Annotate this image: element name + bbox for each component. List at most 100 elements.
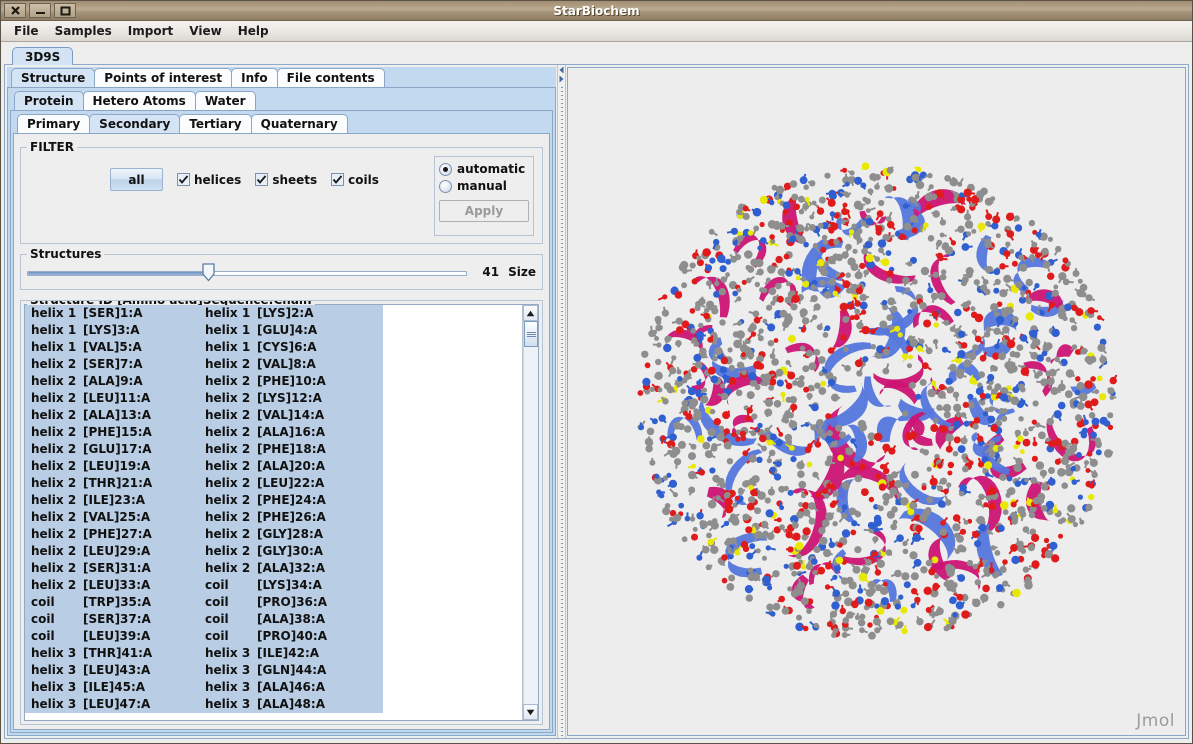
- row-cell-right[interactable]: helix 2 [LYS]12:A: [205, 390, 383, 407]
- radio-automatic-box[interactable]: [439, 162, 452, 176]
- row-cell-right[interactable]: coil [PRO]40:A: [205, 628, 383, 645]
- row-cell-right[interactable]: helix 2 [ALA]32:A: [205, 560, 383, 577]
- table-row[interactable]: helix 2 [PHE]27:A helix 2 [GLY]28:A: [25, 526, 383, 543]
- table-row[interactable]: helix 3 [THR]41:A helix 3 [ILE]42:A: [25, 645, 383, 662]
- row-cell-right[interactable]: helix 2 [VAL]8:A: [205, 356, 383, 373]
- checkbox-sheets-box[interactable]: [255, 173, 269, 186]
- table-row[interactable]: helix 2 [LEU]33:A coil [LYS]34:A: [25, 577, 383, 594]
- scrollbar-track[interactable]: [523, 321, 538, 704]
- row-cell-right[interactable]: helix 2 [PHE]24:A: [205, 492, 383, 509]
- tab-structure[interactable]: Structure: [11, 68, 96, 87]
- collapse-left-button[interactable]: [558, 65, 565, 74]
- structure-list-viewport[interactable]: helix 1 [SER]1:A helix 1 [LYS]2:A helix 1 [LY…: [25, 305, 522, 720]
- tab-primary[interactable]: Primary: [17, 114, 91, 133]
- apply-button[interactable]: Apply: [439, 200, 529, 222]
- row-cell-right[interactable]: helix 2 [PHE]26:A: [205, 509, 383, 526]
- row-cell-left[interactable]: helix 2 [ALA]9:A: [25, 373, 205, 390]
- row-cell-right[interactable]: helix 2 [ALA]20:A: [205, 458, 383, 475]
- row-cell-right[interactable]: helix 3 [ALA]46:A: [205, 679, 383, 696]
- row-cell-right[interactable]: helix 2 [GLY]28:A: [205, 526, 383, 543]
- row-cell-left[interactable]: coil [TRP]35:A: [25, 594, 205, 611]
- table-row[interactable]: helix 2 [PHE]15:A helix 2 [ALA]16:A: [25, 424, 383, 441]
- row-cell-left[interactable]: helix 2 [ILE]23:A: [25, 492, 205, 509]
- scroll-down-button[interactable]: [523, 704, 538, 720]
- checkbox-helices[interactable]: helices: [177, 173, 241, 187]
- tab-info[interactable]: Info: [231, 68, 278, 87]
- row-cell-right[interactable]: helix 3 [GLN]44:A: [205, 662, 383, 679]
- table-row[interactable]: helix 1 [SER]1:A helix 1 [LYS]2:A: [25, 305, 383, 322]
- table-row[interactable]: helix 1 [VAL]5:A helix 1 [CYS]6:A: [25, 339, 383, 356]
- table-row[interactable]: helix 2 [LEU]19:A helix 2 [ALA]20:A: [25, 458, 383, 475]
- row-cell-right[interactable]: helix 3 [ILE]42:A: [205, 645, 383, 662]
- maximize-button[interactable]: [54, 3, 76, 18]
- minimize-button[interactable]: [29, 3, 51, 18]
- row-cell-right[interactable]: helix 3 [ALA]48:A: [205, 696, 383, 713]
- row-cell-left[interactable]: helix 2 [ALA]13:A: [25, 407, 205, 424]
- tab-tertiary[interactable]: Tertiary: [179, 114, 252, 133]
- table-row[interactable]: helix 2 [LEU]11:A helix 2 [LYS]12:A: [25, 390, 383, 407]
- checkbox-helices-box[interactable]: [177, 173, 190, 186]
- table-row[interactable]: coil [SER]37:A coil [ALA]38:A: [25, 611, 383, 628]
- row-cell-left[interactable]: helix 1 [VAL]5:A: [25, 339, 205, 356]
- menu-help[interactable]: Help: [230, 22, 277, 40]
- tab-points-of-interest[interactable]: Points of interest: [94, 68, 233, 87]
- checkbox-coils-box[interactable]: [331, 173, 345, 186]
- row-cell-left[interactable]: helix 2 [PHE]15:A: [25, 424, 205, 441]
- molecule-3d-viewer[interactable]: Jmol: [567, 67, 1186, 736]
- row-cell-right[interactable]: helix 2 [PHE]10:A: [205, 373, 383, 390]
- tab-protein[interactable]: Protein: [14, 91, 84, 110]
- table-row[interactable]: helix 3 [LEU]43:A helix 3 [GLN]44:A: [25, 662, 383, 679]
- table-row[interactable]: helix 3 [ILE]45:A helix 3 [ALA]46:A: [25, 679, 383, 696]
- table-row[interactable]: helix 2 [LEU]29:A helix 2 [GLY]30:A: [25, 543, 383, 560]
- row-cell-left[interactable]: helix 2 [LEU]11:A: [25, 390, 205, 407]
- table-row[interactable]: coil [TRP]35:A coil [PRO]36:A: [25, 594, 383, 611]
- scroll-up-button[interactable]: [523, 305, 538, 321]
- checkbox-coils[interactable]: coils: [331, 173, 379, 187]
- row-cell-left[interactable]: helix 3 [LEU]43:A: [25, 662, 205, 679]
- row-cell-left[interactable]: helix 1 [LYS]3:A: [25, 322, 205, 339]
- scrollbar-thumb[interactable]: [524, 321, 538, 347]
- row-cell-right[interactable]: helix 2 [PHE]18:A: [205, 441, 383, 458]
- split-pane-divider[interactable]: [557, 65, 566, 738]
- tab-water[interactable]: Water: [194, 91, 256, 110]
- row-cell-right[interactable]: helix 2 [VAL]14:A: [205, 407, 383, 424]
- row-cell-left[interactable]: helix 3 [ILE]45:A: [25, 679, 205, 696]
- table-row[interactable]: helix 2 [VAL]25:A helix 2 [PHE]26:A: [25, 509, 383, 526]
- row-cell-left[interactable]: coil [SER]37:A: [25, 611, 205, 628]
- checkbox-sheets[interactable]: sheets: [255, 173, 317, 187]
- row-cell-left[interactable]: helix 2 [THR]21:A: [25, 475, 205, 492]
- radio-manual[interactable]: manual: [439, 179, 529, 193]
- row-cell-left[interactable]: helix 2 [PHE]27:A: [25, 526, 205, 543]
- file-tab-3d9s[interactable]: 3D9S: [12, 47, 74, 65]
- row-cell-right[interactable]: helix 1 [GLU]4:A: [205, 322, 383, 339]
- row-cell-right[interactable]: helix 2 [LEU]22:A: [205, 475, 383, 492]
- table-row[interactable]: helix 2 [ALA]13:A helix 2 [VAL]14:A: [25, 407, 383, 424]
- row-cell-right[interactable]: coil [PRO]36:A: [205, 594, 383, 611]
- menu-file[interactable]: File: [6, 22, 47, 40]
- menu-import[interactable]: Import: [120, 22, 181, 40]
- close-button[interactable]: [4, 3, 26, 18]
- table-row[interactable]: helix 2 [ILE]23:A helix 2 [PHE]24:A: [25, 492, 383, 509]
- row-cell-left[interactable]: helix 2 [LEU]29:A: [25, 543, 205, 560]
- row-cell-left[interactable]: helix 2 [GLU]17:A: [25, 441, 205, 458]
- row-cell-right[interactable]: helix 1 [LYS]2:A: [205, 305, 383, 322]
- table-row[interactable]: helix 3 [LEU]47:A helix 3 [ALA]48:A: [25, 696, 383, 713]
- row-cell-left[interactable]: helix 2 [VAL]25:A: [25, 509, 205, 526]
- row-cell-left[interactable]: helix 3 [THR]41:A: [25, 645, 205, 662]
- row-cell-right[interactable]: helix 2 [GLY]30:A: [205, 543, 383, 560]
- tab-hetero-atoms[interactable]: Hetero Atoms: [82, 91, 196, 110]
- table-row[interactable]: helix 2 [THR]21:A helix 2 [LEU]22:A: [25, 475, 383, 492]
- row-cell-right[interactable]: coil [ALA]38:A: [205, 611, 383, 628]
- table-row[interactable]: helix 2 [GLU]17:A helix 2 [PHE]18:A: [25, 441, 383, 458]
- collapse-right-button[interactable]: [558, 74, 565, 83]
- tab-secondary[interactable]: Secondary: [89, 114, 181, 133]
- row-cell-left[interactable]: helix 2 [SER]31:A: [25, 560, 205, 577]
- row-cell-left[interactable]: coil [LEU]39:A: [25, 628, 205, 645]
- row-cell-left[interactable]: helix 1 [SER]1:A: [25, 305, 205, 322]
- table-row[interactable]: coil [LEU]39:A coil [PRO]40:A: [25, 628, 383, 645]
- tab-file-contents[interactable]: File contents: [276, 68, 385, 87]
- row-cell-right[interactable]: helix 1 [CYS]6:A: [205, 339, 383, 356]
- molecule-render[interactable]: [627, 152, 1127, 652]
- row-cell-left[interactable]: helix 3 [LEU]47:A: [25, 696, 205, 713]
- row-cell-left[interactable]: helix 2 [SER]7:A: [25, 356, 205, 373]
